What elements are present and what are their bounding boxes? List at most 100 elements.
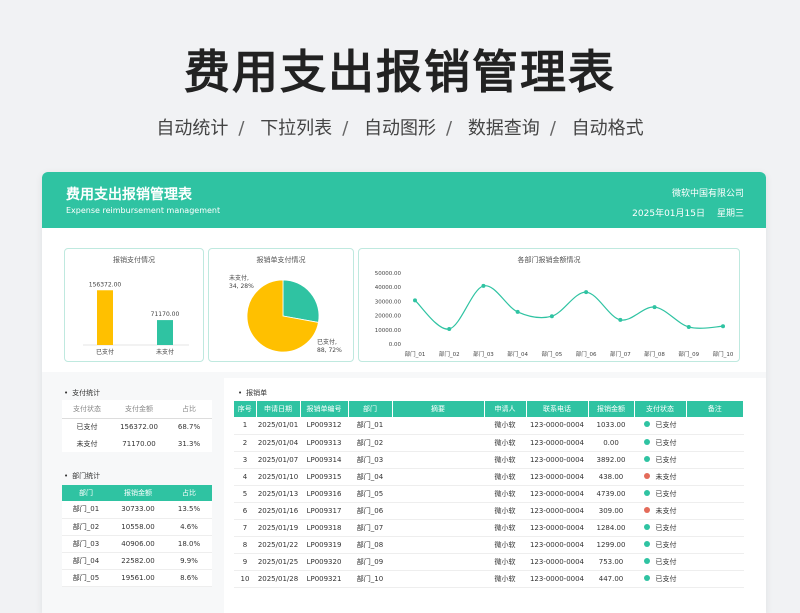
table-cell[interactable]: 1284.00 bbox=[588, 519, 634, 537]
table-cell[interactable]: 123-0000-0004 bbox=[526, 451, 588, 469]
table-cell[interactable]: LP009321 bbox=[300, 570, 348, 588]
table-cell[interactable]: 9 bbox=[234, 553, 256, 571]
table-row[interactable]: 9 2025/01/25 LP009320 部门_09 微小软 123-0000-0004… bbox=[234, 553, 744, 571]
table-cell[interactable]: 447.00 bbox=[588, 570, 634, 588]
table-cell[interactable]: 微小软 bbox=[484, 570, 526, 588]
status-cell[interactable]: 已支付 bbox=[634, 451, 686, 469]
table-cell[interactable]: 2 bbox=[234, 434, 256, 452]
status-cell[interactable]: 已支付 bbox=[634, 553, 686, 571]
table-cell[interactable] bbox=[392, 468, 484, 486]
table-cell[interactable]: 8.6% bbox=[166, 569, 212, 587]
table-cell[interactable]: 部门_04 bbox=[62, 552, 110, 570]
table-cell[interactable]: 309.00 bbox=[588, 502, 634, 520]
table-cell[interactable]: 40906.00 bbox=[110, 535, 166, 553]
status-cell[interactable]: 已支付 bbox=[634, 434, 686, 452]
table-cell[interactable] bbox=[686, 451, 744, 469]
data-point[interactable] bbox=[481, 283, 486, 288]
table-cell[interactable]: 0.00 bbox=[588, 434, 634, 452]
data-point[interactable] bbox=[618, 317, 623, 322]
table-row[interactable]: 已支付 156372.00 68.7% bbox=[62, 418, 212, 435]
table-row[interactable]: 2 2025/01/04 LP009313 部门_02 微小软 123-0000-0004… bbox=[234, 434, 744, 452]
table-row[interactable]: 部门_05 19561.00 8.6% bbox=[62, 569, 212, 587]
table-cell[interactable]: 2025/01/19 bbox=[256, 519, 300, 537]
table-cell[interactable]: 部门_10 bbox=[348, 570, 392, 588]
dept-line-chart-card[interactable]: 各部门报销金额情况 50000.00 40000.00 30000.00 20000.… bbox=[358, 248, 740, 362]
table-cell[interactable] bbox=[686, 417, 744, 435]
table-cell[interactable] bbox=[392, 519, 484, 537]
table-cell[interactable]: 18.0% bbox=[166, 535, 212, 553]
table-cell[interactable]: 2025/01/10 bbox=[256, 468, 300, 486]
table-cell[interactable]: 部门_09 bbox=[348, 553, 392, 571]
table-cell[interactable]: 438.00 bbox=[588, 468, 634, 486]
table-cell[interactable] bbox=[686, 485, 744, 503]
table-cell[interactable] bbox=[392, 502, 484, 520]
table-cell[interactable] bbox=[686, 570, 744, 588]
table-cell[interactable]: 部门_05 bbox=[62, 569, 110, 587]
table-cell[interactable]: 已支付 bbox=[62, 418, 112, 435]
table-cell[interactable]: 2025/01/07 bbox=[256, 451, 300, 469]
table-cell[interactable]: 部门_03 bbox=[348, 451, 392, 469]
table-row[interactable]: 8 2025/01/22 LP009319 部门_08 微小软 123-0000-0004… bbox=[234, 536, 744, 554]
data-point[interactable] bbox=[686, 324, 691, 329]
table-cell[interactable]: 4 bbox=[234, 468, 256, 486]
table-cell[interactable]: 10 bbox=[234, 570, 256, 588]
table-cell[interactable]: 10558.00 bbox=[110, 518, 166, 536]
table-cell[interactable]: 6 bbox=[234, 502, 256, 520]
table-cell[interactable] bbox=[686, 502, 744, 520]
table-cell[interactable]: 2025/01/25 bbox=[256, 553, 300, 571]
table-cell[interactable]: 部门_03 bbox=[62, 535, 110, 553]
table-cell[interactable]: LP009318 bbox=[300, 519, 348, 537]
table-cell[interactable] bbox=[392, 485, 484, 503]
pay-pie-chart-card[interactable]: 报销单支付情况 未支付, 34, 28% 已支付, 88, 72% bbox=[208, 248, 354, 362]
table-row[interactable]: 5 2025/01/13 LP009316 部门_05 微小软 123-0000-0004… bbox=[234, 485, 744, 503]
table-cell[interactable]: 123-0000-0004 bbox=[526, 502, 588, 520]
table-cell[interactable]: 19561.00 bbox=[110, 569, 166, 587]
table-row[interactable]: 7 2025/01/19 LP009318 部门_07 微小软 123-0000-0004… bbox=[234, 519, 744, 537]
bar[interactable] bbox=[97, 290, 113, 345]
table-cell[interactable] bbox=[686, 519, 744, 537]
table-cell[interactable]: 2025/01/13 bbox=[256, 485, 300, 503]
table-cell[interactable]: 微小软 bbox=[484, 434, 526, 452]
data-point[interactable] bbox=[652, 305, 657, 310]
table-cell[interactable]: LP009316 bbox=[300, 485, 348, 503]
table-cell[interactable]: 123-0000-0004 bbox=[526, 468, 588, 486]
table-row[interactable]: 10 2025/01/28 LP009321 部门_10 微小软 123-0000-000… bbox=[234, 570, 744, 588]
table-cell[interactable]: 22582.00 bbox=[110, 552, 166, 570]
table-cell[interactable]: 微小软 bbox=[484, 451, 526, 469]
table-cell[interactable]: 微小软 bbox=[484, 468, 526, 486]
table-cell[interactable]: 1299.00 bbox=[588, 536, 634, 554]
data-point[interactable] bbox=[447, 327, 452, 332]
table-cell[interactable]: 2025/01/01 bbox=[256, 417, 300, 435]
table-cell[interactable]: LP009313 bbox=[300, 434, 348, 452]
table-cell[interactable]: 123-0000-0004 bbox=[526, 417, 588, 435]
status-cell[interactable]: 未支付 bbox=[634, 502, 686, 520]
table-cell[interactable]: 2025/01/22 bbox=[256, 536, 300, 554]
table-row[interactable]: 3 2025/01/07 LP009314 部门_03 微小软 123-0000-0004… bbox=[234, 451, 744, 469]
table-cell[interactable]: 微小软 bbox=[484, 417, 526, 435]
table-cell[interactable] bbox=[392, 536, 484, 554]
table-cell[interactable] bbox=[392, 434, 484, 452]
table-cell[interactable]: 7 bbox=[234, 519, 256, 537]
status-cell[interactable]: 已支付 bbox=[634, 519, 686, 537]
table-cell[interactable]: 2025/01/04 bbox=[256, 434, 300, 452]
data-point[interactable] bbox=[721, 324, 725, 329]
table-cell[interactable]: 123-0000-0004 bbox=[526, 536, 588, 554]
table-cell[interactable]: 微小软 bbox=[484, 536, 526, 554]
table-cell[interactable]: 微小软 bbox=[484, 485, 526, 503]
table-cell[interactable]: 156372.00 bbox=[112, 418, 166, 435]
table-cell[interactable]: LP009315 bbox=[300, 468, 348, 486]
status-cell[interactable]: 未支付 bbox=[634, 468, 686, 486]
table-cell[interactable]: 68.7% bbox=[166, 418, 212, 435]
table-cell[interactable]: 5 bbox=[234, 485, 256, 503]
table-cell[interactable]: 部门_05 bbox=[348, 485, 392, 503]
table-cell[interactable]: 微小软 bbox=[484, 502, 526, 520]
table-cell[interactable]: 1 bbox=[234, 417, 256, 435]
table-cell[interactable]: 部门_02 bbox=[348, 434, 392, 452]
status-cell[interactable]: 已支付 bbox=[634, 417, 686, 435]
table-cell[interactable] bbox=[392, 553, 484, 571]
table-cell[interactable]: LP009314 bbox=[300, 451, 348, 469]
table-cell[interactable]: 部门_01 bbox=[348, 417, 392, 435]
table-cell[interactable]: LP009320 bbox=[300, 553, 348, 571]
table-cell[interactable] bbox=[392, 451, 484, 469]
table-row[interactable]: 1 2025/01/01 LP009312 部门_01 微小软 123-0000-0004… bbox=[234, 417, 744, 435]
